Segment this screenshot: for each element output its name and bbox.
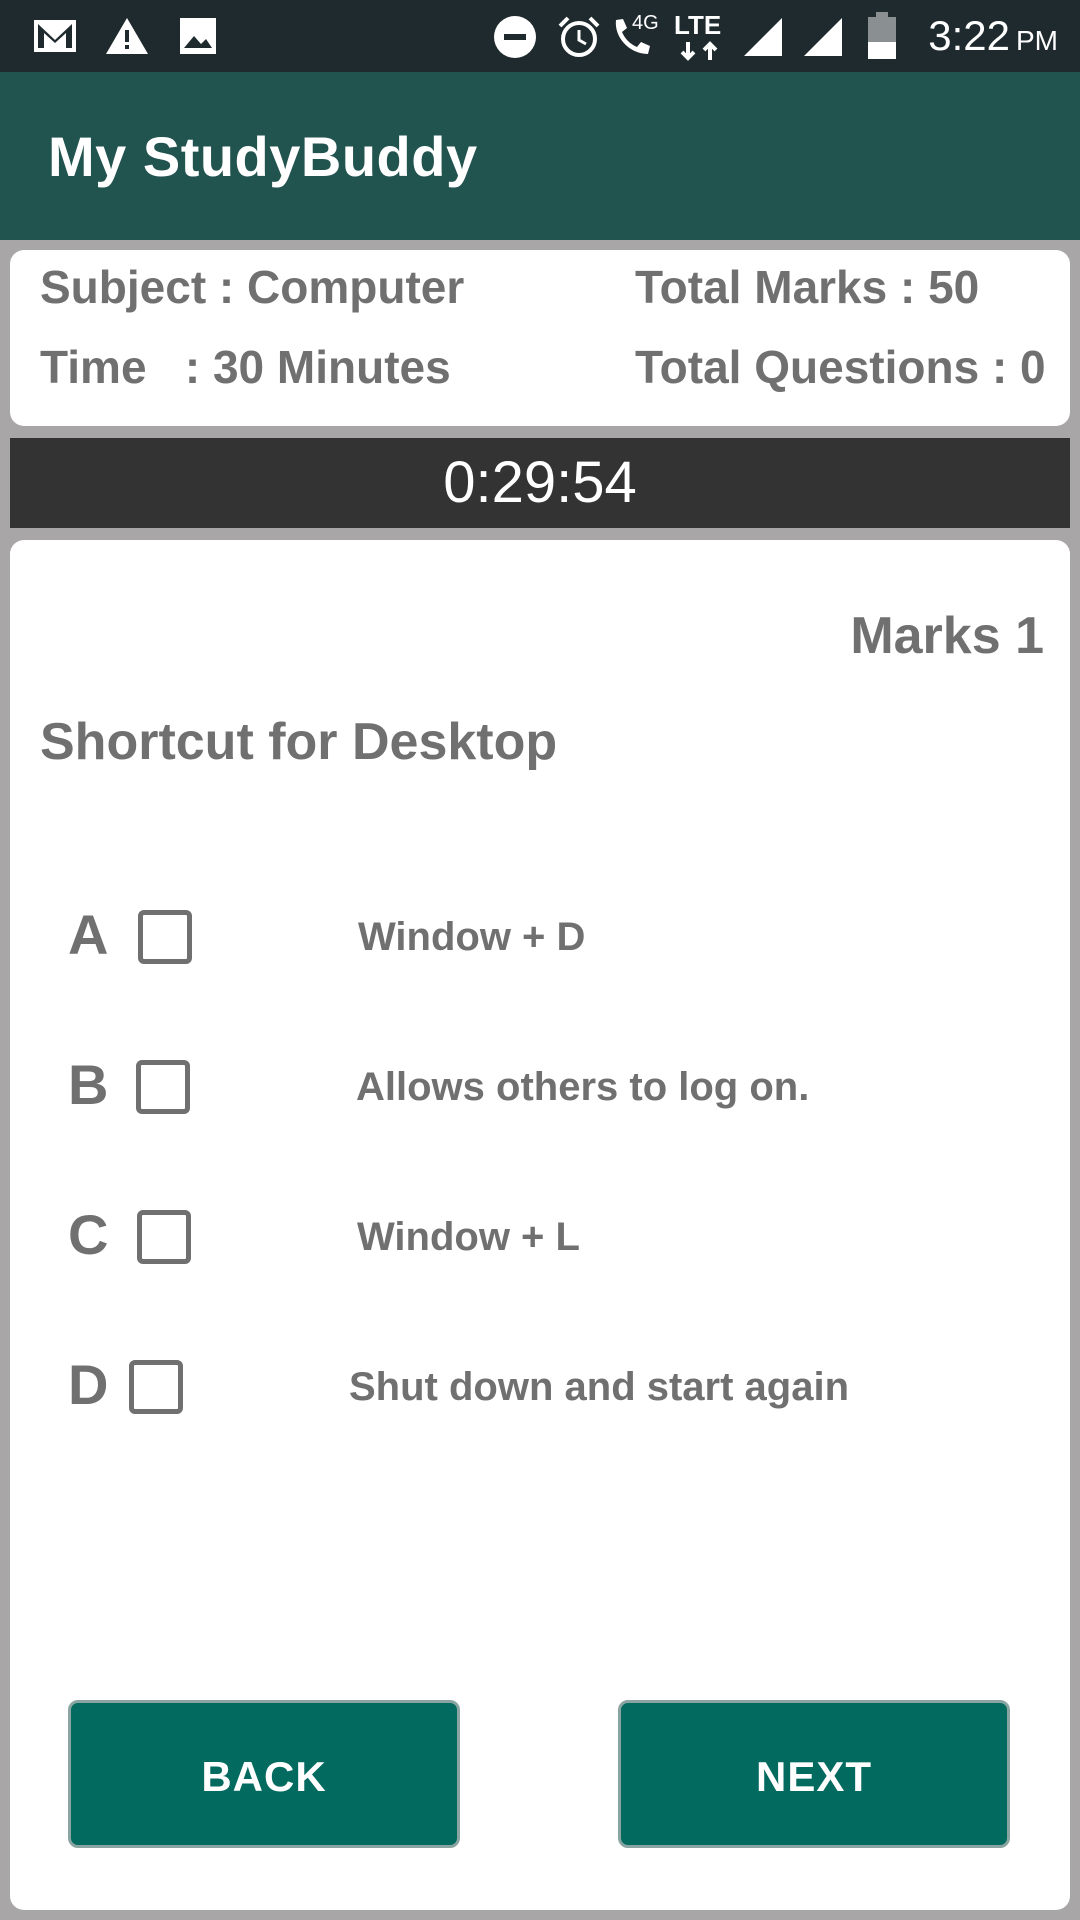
question-text: Shortcut for Desktop (40, 713, 558, 771)
total-questions-label: Total Questions : 0 (635, 341, 1046, 393)
total-marks-label: Total Marks : 50 (635, 261, 980, 313)
image-icon (180, 18, 216, 54)
option-c-checkbox[interactable] (137, 1210, 191, 1264)
countdown-timer: 0:29:54 (10, 438, 1070, 528)
clock-time: 3:22 (928, 12, 1010, 59)
do-not-disturb-icon (494, 16, 536, 58)
battery-icon (868, 12, 896, 59)
option-c-text[interactable]: Window + L (357, 1215, 580, 1260)
exam-info-card: Subject : Computer Time : 30 Minutes Tot… (10, 250, 1070, 426)
next-button[interactable]: NEXT (618, 1700, 1010, 1848)
option-d-letter: D (68, 1353, 109, 1416)
status-bar: 4G LTE 3:22 PM (0, 0, 1080, 72)
back-button[interactable]: BACK (68, 1700, 460, 1848)
alarm-icon (558, 16, 600, 57)
option-b-checkbox[interactable] (136, 1060, 190, 1114)
option-a-text[interactable]: Window + D (358, 915, 585, 960)
status-clock: 3:22 PM (928, 12, 1058, 60)
option-c-letter: C (68, 1203, 109, 1266)
option-b-text[interactable]: Allows others to log on. (356, 1065, 809, 1110)
option-a-letter: A (68, 903, 109, 966)
option-b-letter: B (68, 1053, 109, 1116)
signal-icon (744, 18, 782, 56)
option-d-text[interactable]: Shut down and start again (349, 1365, 849, 1410)
app-bar: My StudyBuddy (0, 72, 1080, 240)
time-label: Time : 30 Minutes (40, 341, 451, 393)
signal-icon (804, 18, 842, 56)
option-a-checkbox[interactable] (138, 910, 192, 964)
clock-ampm: PM (1016, 25, 1058, 56)
subject-label: Subject : Computer (40, 261, 465, 313)
question-card: Marks 1 Shortcut for Desktop A Window + … (10, 540, 1070, 1910)
app-title: My StudyBuddy (48, 125, 478, 188)
lte-label: LTE (674, 10, 722, 40)
data-arrows-icon (680, 41, 718, 61)
network-type-label: 4G (632, 12, 659, 34)
option-d-checkbox[interactable] (129, 1360, 183, 1414)
warning-icon (106, 18, 148, 54)
question-marks: Marks 1 (850, 607, 1044, 665)
gmail-icon (34, 20, 76, 52)
